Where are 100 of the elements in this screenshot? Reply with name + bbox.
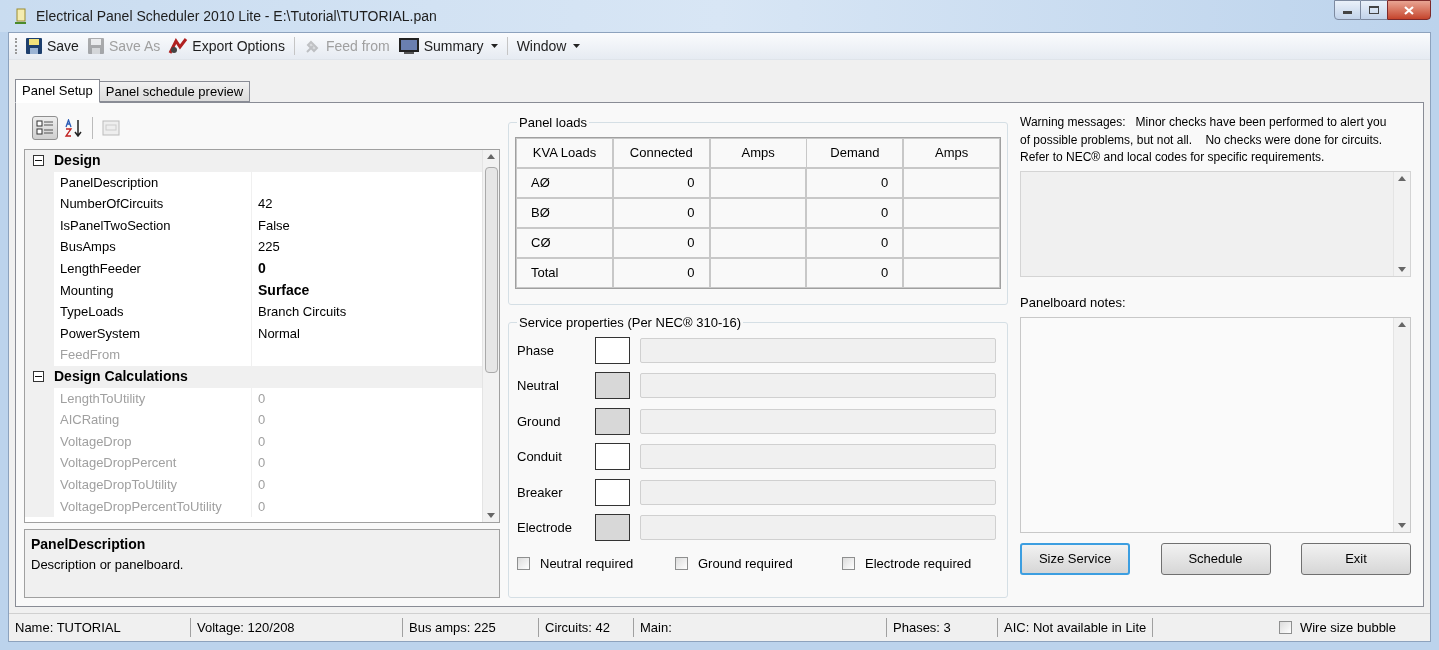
scroll-up-icon[interactable] <box>1398 322 1406 327</box>
collapse-toggle[interactable] <box>33 371 44 383</box>
category-title: Design <box>54 151 101 171</box>
property-value[interactable]: Normal <box>258 323 300 344</box>
field-label: Breaker <box>517 483 564 502</box>
checkbox-label: Electrode required <box>865 554 972 573</box>
description-field[interactable] <box>640 408 996 434</box>
minimize-icon <box>1343 11 1352 14</box>
size-field[interactable] <box>595 407 630 435</box>
property-value[interactable]: Surface <box>258 279 310 301</box>
table-cell-text: AØ <box>531 173 550 192</box>
scroll-down-icon[interactable] <box>487 513 495 518</box>
table-cell-text: 0 <box>687 233 695 252</box>
maximize-button[interactable] <box>1361 0 1387 20</box>
table-cell-text: Total <box>531 263 559 282</box>
column-header: Demand <box>806 137 904 168</box>
size-field[interactable] <box>595 443 630 471</box>
table-cell-text: CØ <box>531 233 551 252</box>
table-cell-text: 0 <box>687 173 695 192</box>
checkbox[interactable] <box>517 556 530 570</box>
field-label: Phase <box>517 341 555 360</box>
checkbox[interactable] <box>842 556 855 570</box>
notes-label: Panelboard notes: <box>1020 293 1127 312</box>
scroll-thumb[interactable] <box>484 167 498 373</box>
checkbox-label: Wire size bubble <box>1299 618 1396 637</box>
property-value[interactable]: 225 <box>258 237 280 257</box>
checkbox[interactable] <box>1278 621 1292 634</box>
scroll-up-icon[interactable] <box>487 154 495 159</box>
list-icon <box>36 120 54 136</box>
property-value-cell[interactable] <box>252 344 482 366</box>
property-value-cell[interactable]: False <box>252 214 482 237</box>
warning-text: Warning messages: Minor checks have been performed to alert you of possible problems, but not all. No checks were done for circuits. Refer to NEC® and local codes for specific requirements. <box>1020 114 1388 166</box>
property-value-cell[interactable]: Branch Circuits <box>252 301 482 323</box>
description-field[interactable] <box>640 515 996 541</box>
notes-field[interactable] <box>1020 317 1411 533</box>
group-title: Service properties (Per NEC® 310-16) <box>518 314 742 332</box>
checkbox-label: Ground required <box>698 554 793 573</box>
toolbar-button[interactable]: Export Options <box>166 35 287 57</box>
table-cell-text: 0 <box>880 173 889 192</box>
scrollbar[interactable] <box>482 150 499 522</box>
monitor-icon <box>397 37 420 55</box>
property-value-cell[interactable]: Surface <box>252 279 482 302</box>
maximize-icon <box>1369 6 1379 14</box>
description-text: Description or panelboard. <box>31 556 185 574</box>
collapse-toggle[interactable] <box>33 155 44 167</box>
size-field[interactable] <box>595 514 630 542</box>
scroll-down-icon[interactable] <box>1398 523 1406 528</box>
window-title: Electrical Panel Scheduler 2010 Lite - E:\Tutorial\TUTORIAL.pan <box>36 6 437 26</box>
table-cell-text: 0 <box>687 203 695 222</box>
status-text: Circuits: 42 <box>539 617 634 638</box>
close-icon <box>1404 5 1414 15</box>
property-pages-icon <box>102 120 120 136</box>
description-field[interactable] <box>640 479 996 505</box>
size-field[interactable] <box>595 478 630 506</box>
property-value-cell[interactable]: Normal <box>252 322 482 345</box>
action-button[interactable]: Schedule <box>1160 543 1271 575</box>
property-value-cell[interactable]: 0 <box>252 257 482 280</box>
description-title: PanelDescription <box>31 535 147 554</box>
table-cell-text: 0 <box>880 233 889 252</box>
property-value[interactable]: 0 <box>258 258 266 280</box>
column-header: Amps <box>903 137 1001 168</box>
property-value[interactable]: False <box>258 215 290 236</box>
action-button[interactable]: Exit <box>1301 543 1411 575</box>
field-label: Ground <box>517 412 562 431</box>
toolbar-button[interactable]: Window <box>514 35 583 57</box>
status-text: Name: TUTORIAL <box>9 617 191 638</box>
checkbox[interactable] <box>675 556 688 570</box>
field-label: Conduit <box>517 448 563 466</box>
size-field[interactable] <box>595 336 630 364</box>
description-field[interactable] <box>640 444 996 470</box>
minimize-button[interactable] <box>1334 0 1361 20</box>
table-cell-text: 0 <box>687 263 695 282</box>
scroll-down-icon[interactable] <box>1398 266 1406 272</box>
table-cell-text: BØ <box>531 203 550 222</box>
checkbox-label: Neutral required <box>540 554 634 573</box>
close-button[interactable] <box>1387 0 1431 20</box>
status-text: Phases: 3 <box>887 617 998 638</box>
description-field[interactable] <box>640 373 996 399</box>
size-field[interactable] <box>595 372 630 400</box>
property-value-cell[interactable]: 225 <box>252 236 482 258</box>
status-text: AIC: Not available in Lite <box>998 617 1154 638</box>
export-icon <box>168 37 189 55</box>
description-field[interactable] <box>640 337 996 363</box>
tab[interactable]: Panel schedule preview <box>98 81 251 102</box>
property-value[interactable]: 42 <box>258 194 273 214</box>
property-value-cell[interactable] <box>252 171 482 194</box>
toolbar-button[interactable]: Summary <box>395 35 500 57</box>
category-title: Design Calculations <box>54 367 188 387</box>
scrollbar[interactable] <box>1393 318 1410 532</box>
column-header: Amps <box>709 137 807 168</box>
table-cell-text: 0 <box>880 263 889 282</box>
field-label: Electrode <box>517 519 573 537</box>
toolbar-button[interactable]: Save <box>23 35 81 57</box>
property-value-cell[interactable]: 42 <box>252 193 482 215</box>
categorized-view-button[interactable] <box>32 116 58 140</box>
property-value[interactable]: Branch Circuits <box>258 302 347 322</box>
action-button[interactable]: Size Service <box>1020 543 1130 575</box>
tab[interactable]: Panel Setup <box>15 79 100 103</box>
app-icon <box>14 8 28 24</box>
scroll-up-icon[interactable] <box>1398 175 1406 181</box>
